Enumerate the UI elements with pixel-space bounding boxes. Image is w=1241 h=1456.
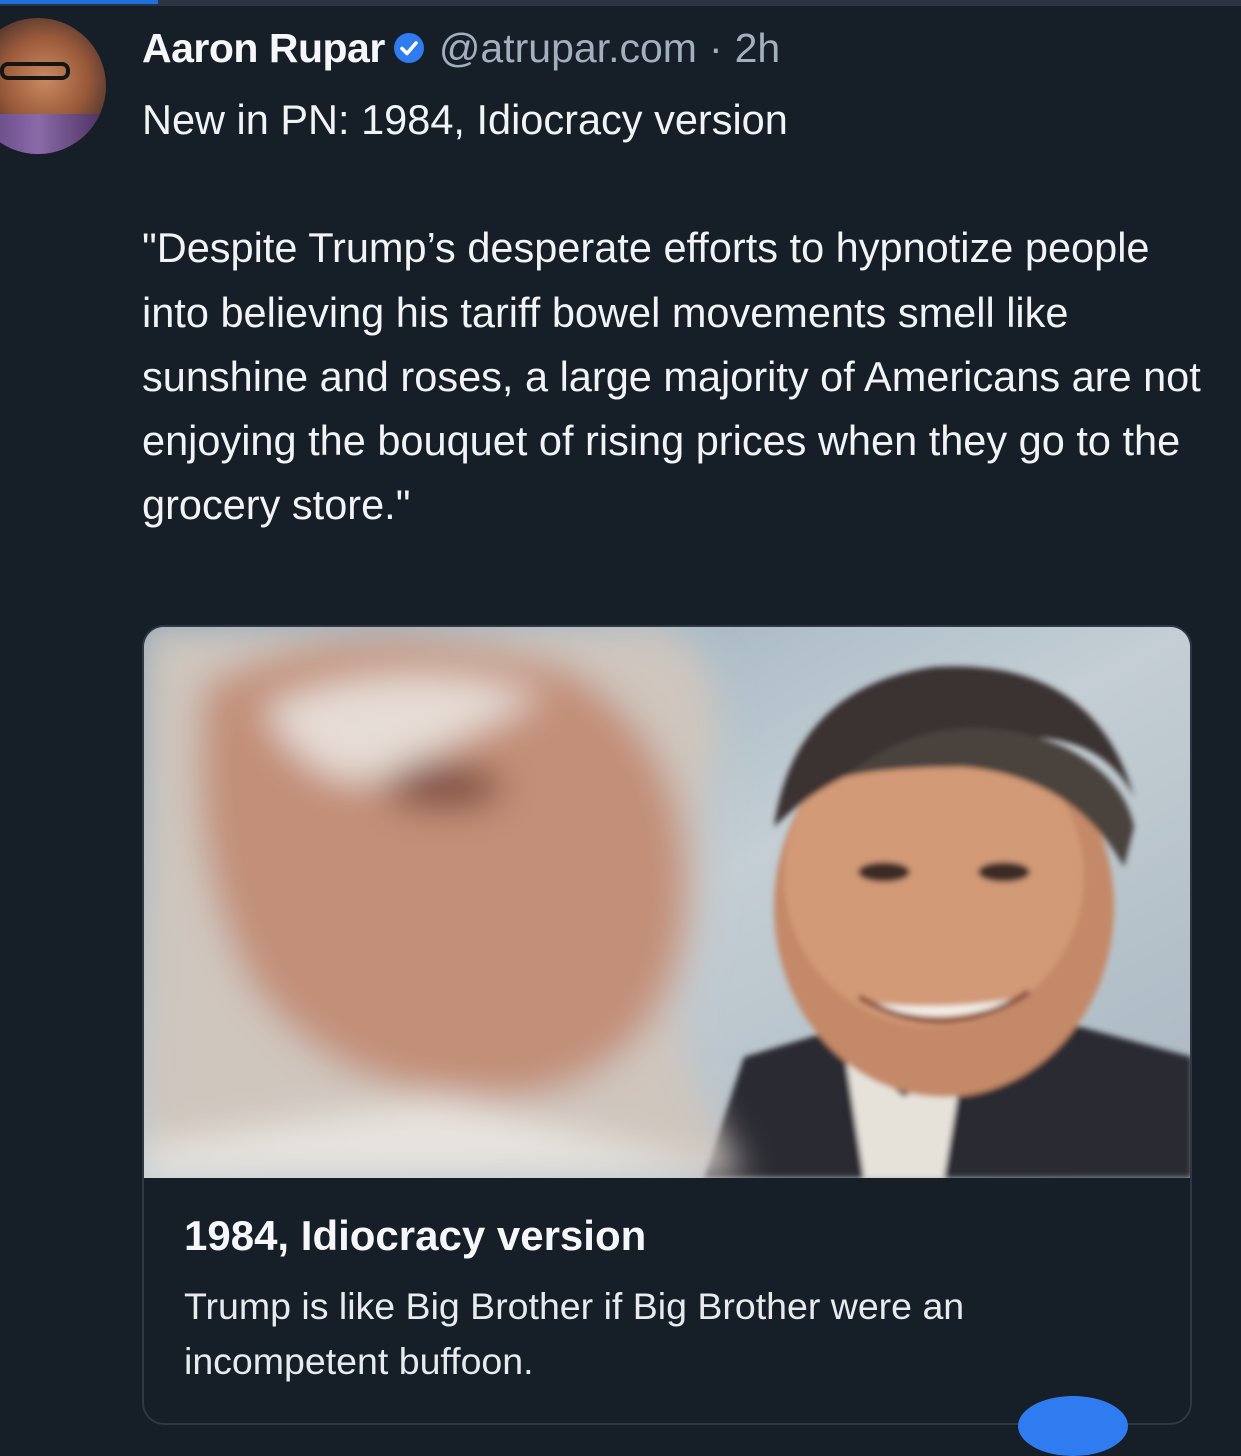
link-preview-title: 1984, Idiocracy version <box>184 1212 647 1259</box>
verified-check-icon <box>393 32 425 64</box>
author-name[interactable]: Aaron Rupar <box>142 25 385 72</box>
link-preview-description: Trump is like Big Brother if Big Brother… <box>184 1285 965 1382</box>
floating-action-button[interactable] <box>1018 1396 1128 1456</box>
post: Aaron Rupar @atrupar.com · 2h New in PN:… <box>0 0 1241 1456</box>
post-timestamp[interactable]: 2h <box>735 25 781 72</box>
post-text: New in PN: 1984, Idiocracy version "Desp… <box>142 96 1201 529</box>
post-header: Aaron Rupar @atrupar.com · 2h <box>142 22 780 74</box>
separator-dot: · <box>708 24 723 71</box>
link-preview-image <box>144 627 1190 1178</box>
link-preview-card[interactable]: 1984, Idiocracy version Trump is like Bi… <box>142 625 1192 1425</box>
avatar[interactable] <box>0 18 106 154</box>
author-handle[interactable]: @atrupar.com <box>439 25 697 72</box>
